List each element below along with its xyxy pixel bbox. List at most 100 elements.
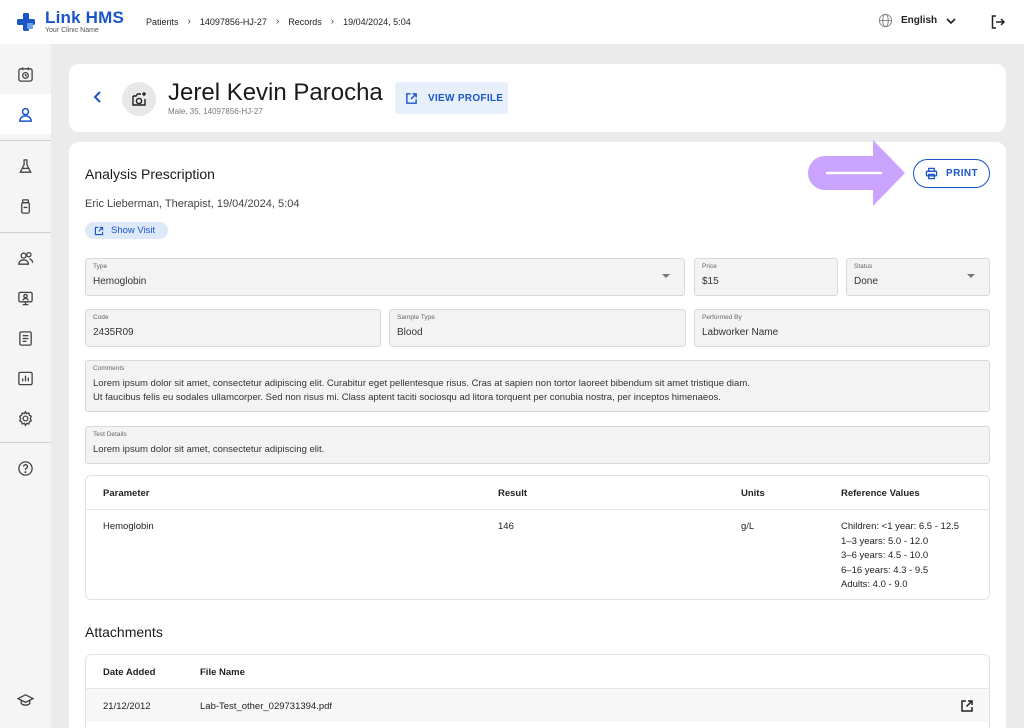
sidebar-item-help[interactable] [0,448,51,488]
breadcrumb-patients[interactable]: Patients [146,17,179,27]
reference-line: 6–16 years: 4.3 - 9.5 [841,564,929,576]
gear-icon [18,409,33,427]
sidebar-divider [0,140,51,141]
type-label: Type [93,263,108,270]
sample-type-value: Blood [397,327,423,338]
column-header-file-name: File Name [200,667,245,678]
patient-name: Jerel Kevin Parocha [168,79,383,106]
open-in-new-icon [406,92,417,104]
sidebar-divider [0,232,51,233]
reference-line: Adults: 4.0 - 9.0 [841,579,908,590]
breadcrumb-separator-icon: › [275,16,280,27]
caret-down-icon [662,274,670,278]
flask-icon [19,158,32,173]
column-header-units: Units [741,488,765,499]
performed-by-value: Labworker Name [702,327,779,338]
people-icon [18,251,34,265]
breadcrumb-separator-icon: › [330,16,335,27]
breadcrumb-record-date: 19/04/2024, 5:04 [343,16,411,27]
type-value: Hemoglobin [93,276,147,287]
reference-line: 3–6 years: 4.5 - 10.0 [841,550,929,561]
view-profile-button[interactable]: VIEW PROFILE [395,82,508,114]
performed-by-label: Performed By [702,314,742,321]
globe-icon [878,13,893,28]
open-attachment-button[interactable] [960,699,974,718]
attachments-title: Attachments [85,624,163,640]
open-in-new-icon [961,700,973,712]
sidebar-item-staff[interactable] [0,238,51,278]
prescribed-by: Eric Lieberman, Therapist, 19/04/2024, 5… [85,198,300,210]
test-details-field[interactable]: Test Details Lorem ipsum dolor sit amet,… [85,426,990,464]
status-select[interactable]: Status Done [846,258,990,296]
back-button[interactable] [91,90,105,109]
patient-header-card: Jerel Kevin Parocha Male, 35, 14097856-H… [69,64,1006,132]
analysis-title: Analysis Prescription [85,166,215,182]
chevron-down-icon [946,17,956,24]
breadcrumb-records[interactable]: Records [288,17,322,27]
add-photo-icon [132,92,146,106]
sidebar [0,44,51,728]
table-row[interactable]: 21/12/2012 Lab-Test_other_029731394.pdf [86,688,989,722]
logo-cross-icon [16,12,36,32]
top-bar: Link HMS Your Clinic Name Patients › 140… [0,0,1024,44]
code-field[interactable]: Code 2435R09 [85,309,381,347]
cell-reference: Children: <1 year: 6.5 - 12.5 1–3 years:… [841,520,959,593]
caret-down-icon [967,274,975,278]
results-table: Parameter Result Units Reference Values … [85,475,990,600]
language-selector[interactable]: English [878,13,957,28]
status-label: Status [854,263,873,270]
comments-line: Ut faucibus felis eu sodales ullamcorper… [93,392,721,403]
open-in-new-icon [94,226,104,235]
sidebar-item-reports[interactable] [0,358,51,398]
sidebar-item-schedule[interactable] [0,54,51,94]
column-header-reference: Reference Values [841,488,920,499]
show-visit-button[interactable]: Show Visit [85,222,168,239]
comments-value: Lorem ipsum dolor sit amet, consectetur … [93,377,750,405]
cell-file-name: Lab-Test_other_029731394.pdf [200,701,333,712]
sidebar-item-settings[interactable] [0,398,51,438]
performed-by-field[interactable]: Performed By Labworker Name [694,309,990,347]
sidebar-divider [0,442,51,443]
printer-icon [925,167,938,180]
sidebar-item-laboratory[interactable] [0,146,51,186]
column-header-parameter: Parameter [103,488,150,499]
monitor-user-icon [18,291,33,305]
price-value: $15 [702,276,719,287]
comments-field[interactable]: Comments Lorem ipsum dolor sit amet, con… [85,360,990,412]
graduation-cap-icon [17,693,34,706]
column-header-date-added: Date Added [103,667,156,678]
app-logo[interactable]: Link HMS Your Clinic Name [16,9,124,34]
print-button[interactable]: PRINT [913,159,990,188]
breadcrumb-separator-icon: › [187,16,191,27]
patient-meta: Male, 35, 14097856-HJ-27 [168,107,263,116]
print-label: PRINT [946,168,978,179]
sidebar-item-patients[interactable] [0,94,51,134]
sidebar-item-telemedicine[interactable] [0,278,51,318]
price-field[interactable]: Price $15 [694,258,838,296]
logout-icon [991,15,1006,29]
sample-type-label: Sample Type [397,314,435,321]
document-list-icon [19,330,32,346]
help-icon [18,460,33,476]
show-visit-label: Show Visit [111,225,156,236]
cell-date-added: 21/12/2012 [103,701,151,712]
calendar-clock-icon [18,66,33,82]
logout-button[interactable] [990,14,1006,35]
analysis-card: Analysis Prescription Eric Lieberman, Th… [69,140,1006,728]
test-details-label: Test Details [93,431,127,438]
column-header-result: Result [498,488,528,499]
code-label: Code [93,314,109,321]
sample-type-field[interactable]: Sample Type Blood [389,309,686,347]
sidebar-item-records[interactable] [0,318,51,358]
sidebar-item-education[interactable] [0,680,51,720]
type-select[interactable]: Type Hemoglobin [85,258,685,296]
avatar[interactable] [122,82,156,116]
chevron-left-icon [93,91,101,103]
person-icon [19,107,32,122]
table-divider [86,509,989,510]
cell-result: 146 [498,521,514,532]
sidebar-item-pharmacy[interactable] [0,186,51,226]
breadcrumb-patient-id[interactable]: 14097856-HJ-27 [200,17,267,27]
test-details-value: Lorem ipsum dolor sit amet, consectetur … [93,444,325,455]
annotation-arrow-icon [808,140,905,206]
